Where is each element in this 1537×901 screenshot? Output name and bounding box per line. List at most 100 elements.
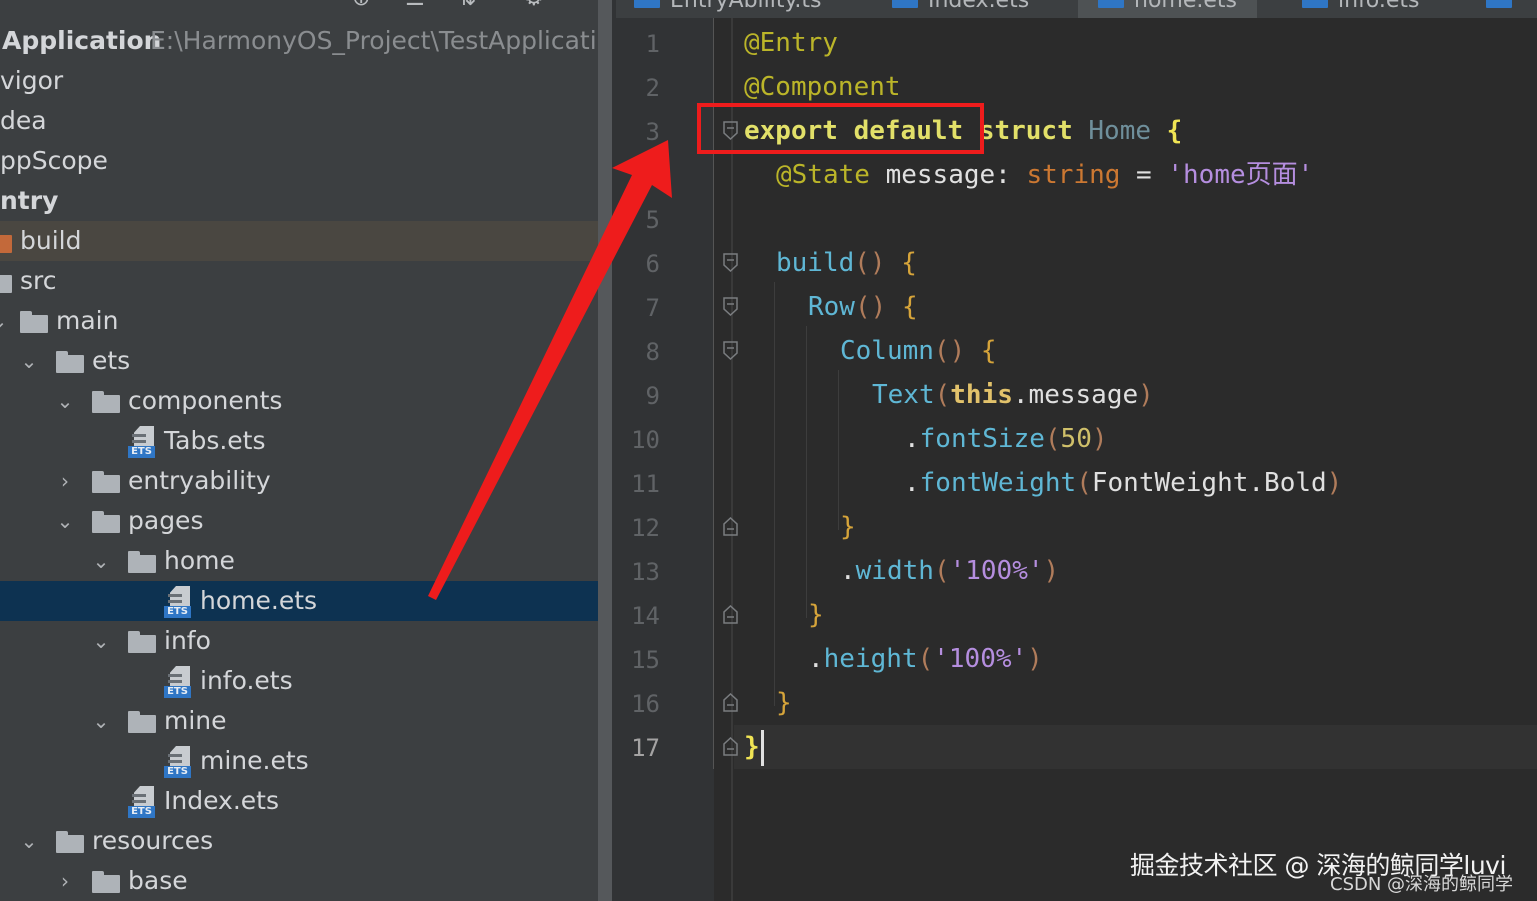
project-tree-panel: ⊕ ☰ ⇅ ⚙ Application E:\HarmonyOS_Project… bbox=[0, 0, 598, 901]
collapse-all-icon[interactable]: ☰ bbox=[405, 0, 427, 10]
line-number: 5 bbox=[645, 206, 660, 234]
code-line-6: build() { bbox=[776, 248, 917, 278]
fold-open-icon[interactable] bbox=[723, 253, 738, 272]
code-line-13: .width('100%') bbox=[840, 556, 1060, 586]
tree-item-label: entryability bbox=[128, 466, 271, 495]
sort-icon[interactable]: ⇅ bbox=[458, 0, 480, 10]
watermark-subtext: CSDN @深海的鲸同学 bbox=[1330, 874, 1514, 895]
chevron-down-icon[interactable]: ⌄ bbox=[90, 541, 112, 581]
tree-item-appscope[interactable]: ppScope bbox=[0, 141, 598, 181]
line-number: 10 bbox=[631, 426, 660, 454]
tree-root-path: E:\HarmonyOS_Project\TestApplicatio bbox=[150, 26, 598, 55]
ets-file-icon bbox=[1486, 0, 1512, 8]
tree-item-mine-ets[interactable]: ETS mine.ets bbox=[0, 741, 598, 781]
editor-tab-bar: EntryAbility.ts Index.ets home.ets info.… bbox=[616, 0, 1537, 18]
fold-close-icon[interactable] bbox=[723, 693, 738, 712]
tree-item-label: ntry bbox=[0, 186, 59, 215]
fold-open-icon[interactable] bbox=[723, 341, 738, 360]
code-line-9: Text(this.message) bbox=[872, 380, 1154, 410]
tree-item-tabs-ets[interactable]: ETS Tabs.ets bbox=[0, 421, 598, 461]
tree-item-ets[interactable]: ⌄ ets bbox=[0, 341, 598, 381]
fold-close-icon[interactable] bbox=[723, 605, 738, 624]
tree-item-label: mine.ets bbox=[200, 746, 309, 775]
folder-icon bbox=[92, 511, 120, 533]
chevron-right-icon[interactable]: › bbox=[54, 461, 76, 501]
tree-item-build[interactable]: build bbox=[0, 221, 598, 261]
indent-guide bbox=[774, 282, 775, 706]
tree-item-src[interactable]: src bbox=[0, 261, 598, 301]
folder-icon bbox=[56, 831, 84, 853]
chevron-down-icon[interactable]: ⌄ bbox=[90, 621, 112, 661]
folder-icon bbox=[128, 711, 156, 733]
tree-item-hvigor[interactable]: vigor bbox=[0, 61, 598, 101]
tree-item-label: main bbox=[56, 306, 119, 335]
tree-item-label: Index.ets bbox=[164, 786, 279, 815]
code-line-10: .fontSize(50) bbox=[904, 424, 1108, 454]
tab-overflow[interactable] bbox=[1486, 0, 1522, 18]
tree-item-label: resources bbox=[92, 826, 214, 855]
folder-icon bbox=[20, 311, 48, 333]
tree-scrollbar[interactable] bbox=[598, 0, 612, 901]
code-line-12: } bbox=[840, 512, 856, 542]
ets-file-icon bbox=[1302, 0, 1328, 8]
chevron-down-icon[interactable]: ⌄ bbox=[90, 701, 112, 741]
code-line-15: .height('100%') bbox=[808, 644, 1043, 674]
fold-close-icon[interactable] bbox=[723, 517, 738, 536]
code-line-1: @Entry bbox=[744, 28, 838, 58]
chevron-down-icon[interactable]: ⌄ bbox=[18, 341, 40, 381]
folder-icon bbox=[0, 231, 12, 253]
tree-item-base[interactable]: › base bbox=[0, 861, 598, 901]
tree-item-label: pages bbox=[128, 506, 204, 535]
line-number: 16 bbox=[631, 690, 660, 718]
ets-file-icon: ETS bbox=[164, 666, 192, 698]
tab-entryability-ts[interactable]: EntryAbility.ts bbox=[634, 0, 821, 18]
project-toolbar: ⊕ ☰ ⇅ ⚙ bbox=[0, 0, 598, 18]
tree-item-label: vigor bbox=[0, 66, 64, 95]
editor-gutter-empty bbox=[616, 769, 714, 901]
line-number: 9 bbox=[645, 382, 660, 410]
tree-item-home-ets[interactable]: ETS home.ets bbox=[0, 581, 598, 621]
tree-item-info-ets[interactable]: ETS info.ets bbox=[0, 661, 598, 701]
code-line-4: @State message: string = 'home页面' bbox=[776, 160, 1314, 190]
tab-info-ets[interactable]: info.ets bbox=[1302, 0, 1420, 18]
tree-item-resources[interactable]: ⌄ resources bbox=[0, 821, 598, 861]
code-line-8: Column() { bbox=[840, 336, 997, 366]
line-number: 15 bbox=[631, 646, 660, 674]
indent-guide bbox=[806, 326, 807, 618]
code-line-16: } bbox=[776, 688, 792, 718]
ets-file-icon: ETS bbox=[128, 786, 156, 818]
chevron-down-icon[interactable]: ⌄ bbox=[18, 821, 40, 861]
line-number: 11 bbox=[631, 470, 660, 498]
chevron-right-icon[interactable]: › bbox=[54, 861, 76, 901]
tree-item-label: ets bbox=[92, 346, 131, 375]
chevron-down-icon[interactable]: ⌄ bbox=[0, 301, 10, 341]
fold-open-icon[interactable] bbox=[723, 297, 738, 316]
tree-root-label: Application bbox=[2, 26, 162, 55]
settings-icon[interactable]: ⚙ bbox=[524, 0, 546, 10]
ets-file-icon: ETS bbox=[128, 426, 156, 458]
chevron-down-icon[interactable]: ⌄ bbox=[54, 381, 76, 421]
code-line-11: .fontWeight(FontWeight.Bold) bbox=[904, 468, 1343, 498]
tree-root-application[interactable]: Application E:\HarmonyOS_Project\TestApp… bbox=[0, 21, 598, 61]
tree-item-info[interactable]: ⌄ info bbox=[0, 621, 598, 661]
tree-item-components[interactable]: ⌄ components bbox=[0, 381, 598, 421]
tree-item-pages[interactable]: ⌄ pages bbox=[0, 501, 598, 541]
tree-item-label: components bbox=[128, 386, 283, 415]
tab-index-ets[interactable]: Index.ets bbox=[892, 0, 1029, 18]
tree-item-entryability[interactable]: › entryability bbox=[0, 461, 598, 501]
tree-item-entry[interactable]: ntry bbox=[0, 181, 598, 221]
fold-close-icon[interactable] bbox=[723, 737, 738, 756]
tree-item-idea[interactable]: dea bbox=[0, 101, 598, 141]
line-number: 17 bbox=[631, 734, 660, 762]
ets-file-icon bbox=[634, 0, 660, 8]
tab-home-ets[interactable]: home.ets bbox=[1078, 0, 1257, 18]
locate-icon[interactable]: ⊕ bbox=[352, 0, 374, 10]
tree-item-main[interactable]: ⌄ main bbox=[0, 301, 598, 341]
chevron-down-icon[interactable]: ⌄ bbox=[54, 501, 76, 541]
folder-icon bbox=[128, 631, 156, 653]
tree-item-home[interactable]: ⌄ home bbox=[0, 541, 598, 581]
text-caret bbox=[760, 729, 764, 766]
tree-item-mine[interactable]: ⌄ mine bbox=[0, 701, 598, 741]
line-number: 2 bbox=[645, 74, 660, 102]
tree-item-index-ets[interactable]: ETS Index.ets bbox=[0, 781, 598, 821]
